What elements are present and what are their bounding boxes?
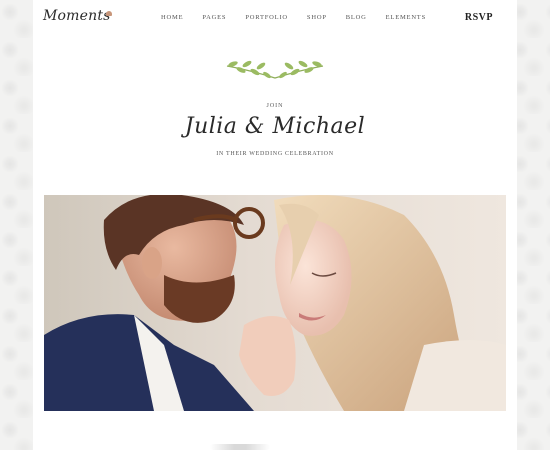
hero-couple-photo bbox=[44, 195, 506, 411]
nav-item-blog[interactable]: BLOG bbox=[346, 14, 367, 21]
rsvp-button[interactable]: RSVP bbox=[465, 12, 493, 23]
nav-item-shop[interactable]: SHOP bbox=[307, 14, 327, 21]
nav-item-home[interactable]: HOME bbox=[161, 14, 183, 21]
join-label: JOIN bbox=[266, 103, 284, 109]
nav-item-portfolio[interactable]: PORTFOLIO bbox=[245, 14, 288, 21]
couple-names-heading: Julia & Michael bbox=[184, 114, 366, 139]
couple-photo-icon bbox=[44, 195, 506, 411]
brand-logo[interactable]: Moments bbox=[43, 8, 111, 24]
section-heading-placeholder bbox=[210, 444, 270, 450]
celebration-subtitle: IN THEIR WEDDING CELEBRATION bbox=[216, 151, 334, 157]
main-menu: HOME PAGES PORTFOLIO SHOP BLOG ELEMENTS bbox=[161, 14, 445, 21]
heart-icon bbox=[106, 11, 112, 16]
page-container: Moments HOME PAGES PORTFOLIO SHOP BLOG E… bbox=[33, 0, 517, 450]
nav-item-elements[interactable]: ELEMENTS bbox=[386, 14, 426, 21]
top-navigation: Moments HOME PAGES PORTFOLIO SHOP BLOG E… bbox=[33, 0, 517, 36]
nav-item-pages[interactable]: PAGES bbox=[202, 14, 226, 21]
leaf-wreath-icon bbox=[226, 60, 324, 79]
